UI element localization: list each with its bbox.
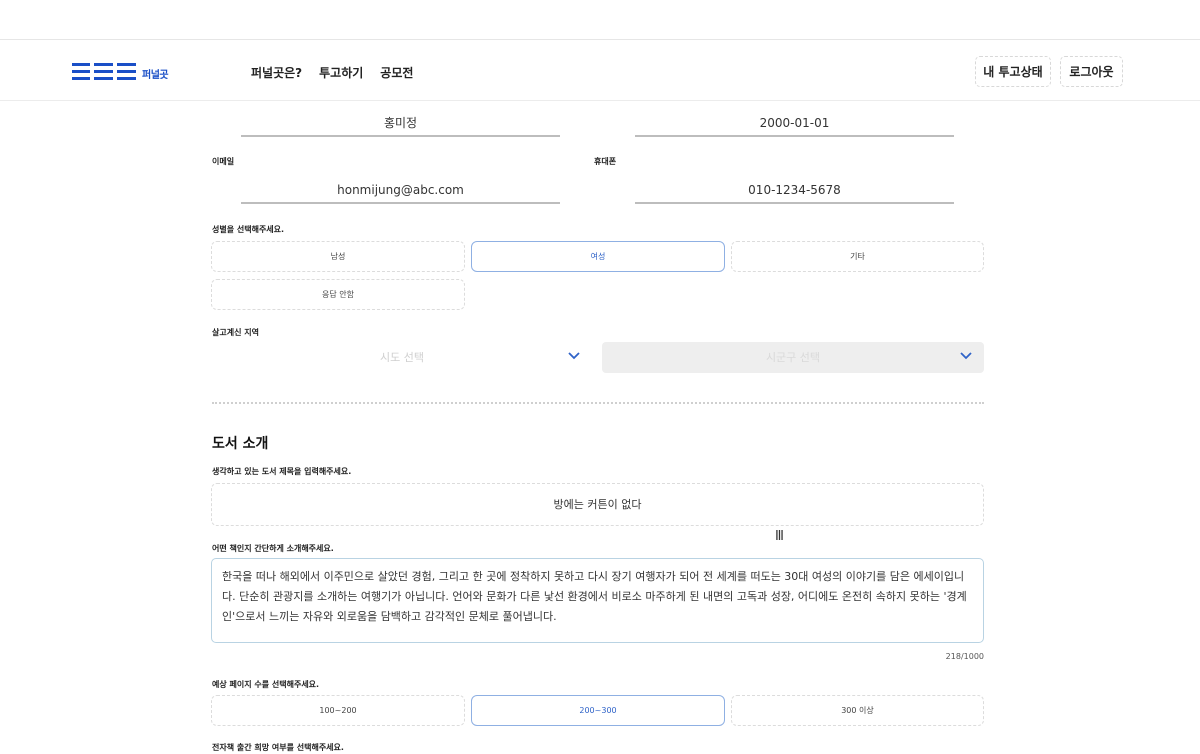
logo-text: 퍼널곳 xyxy=(142,70,169,81)
gender-option-no-answer[interactable]: 응답 안함 xyxy=(211,279,465,310)
chevron-down-icon xyxy=(960,352,972,360)
gender-option-female[interactable]: 여성 xyxy=(471,241,725,272)
text-cursor-icon: Ⅲ xyxy=(775,529,784,544)
pages-option-300-plus[interactable]: 300 이상 xyxy=(731,695,984,726)
birthdate-field[interactable]: 2000-01-01 xyxy=(635,113,954,137)
city-select[interactable]: 시도 선택 xyxy=(212,342,592,373)
ebook-label: 전자책 출간 희망 여부를 선택해주세요. xyxy=(212,743,344,752)
book-desc-label: 어떤 책인지 간단하게 소개해주세요. xyxy=(212,544,334,553)
gender-option-other[interactable]: 기타 xyxy=(731,241,984,272)
pages-option-200-300[interactable]: 200~300 xyxy=(471,695,725,726)
region-label: 살고계신 지역 xyxy=(212,328,259,337)
district-select[interactable]: 시군구 선택 xyxy=(602,342,984,373)
phone-label: 휴대폰 xyxy=(594,157,617,166)
nav-submit[interactable]: 투고하기 xyxy=(319,64,363,81)
pages-option-100-200[interactable]: 100~200 xyxy=(211,695,465,726)
main-nav: 퍼널곳은? 투고하기 공모전 xyxy=(251,64,413,81)
logout-button[interactable]: 로그아웃 xyxy=(1060,56,1123,87)
city-select-placeholder: 시도 선택 xyxy=(380,351,424,364)
email-label: 이메일 xyxy=(212,157,235,166)
char-counter: 218/1000 xyxy=(945,652,984,661)
logo[interactable]: 퍼널곳 xyxy=(72,62,169,82)
book-title-label: 생각하고 있는 도서 제목을 입력해주세요. xyxy=(212,467,352,476)
logo-mark-icon xyxy=(72,63,136,80)
gender-option-male[interactable]: 남성 xyxy=(211,241,465,272)
book-title-input[interactable]: 방에는 커튼이 없다 xyxy=(211,483,984,526)
my-status-button[interactable]: 내 투고상태 xyxy=(975,56,1051,87)
district-select-placeholder: 시군구 선택 xyxy=(765,351,821,364)
pages-label: 예상 페이지 수를 선택해주세요. xyxy=(212,680,320,689)
email-field[interactable]: honmijung@abc.com xyxy=(241,180,560,204)
name-field[interactable]: 홍미정 xyxy=(241,113,560,137)
nav-contest[interactable]: 공모전 xyxy=(380,64,413,81)
browser-top-band xyxy=(0,0,1200,40)
section-divider xyxy=(212,402,984,404)
chevron-down-icon xyxy=(568,352,580,360)
site-header: 퍼널곳 퍼널곳은? 투고하기 공모전 내 투고상태 로그아웃 xyxy=(0,41,1200,101)
section-title-book: 도서 소개 xyxy=(212,436,269,452)
phone-field[interactable]: 010-1234-5678 xyxy=(635,180,954,204)
book-desc-textarea[interactable]: 한국을 떠나 해외에서 이주민으로 살았던 경험, 그리고 한 곳에 정착하지 … xyxy=(211,558,984,643)
gender-label: 성별을 선택해주세요. xyxy=(212,225,285,234)
nav-about[interactable]: 퍼널곳은? xyxy=(251,64,302,81)
